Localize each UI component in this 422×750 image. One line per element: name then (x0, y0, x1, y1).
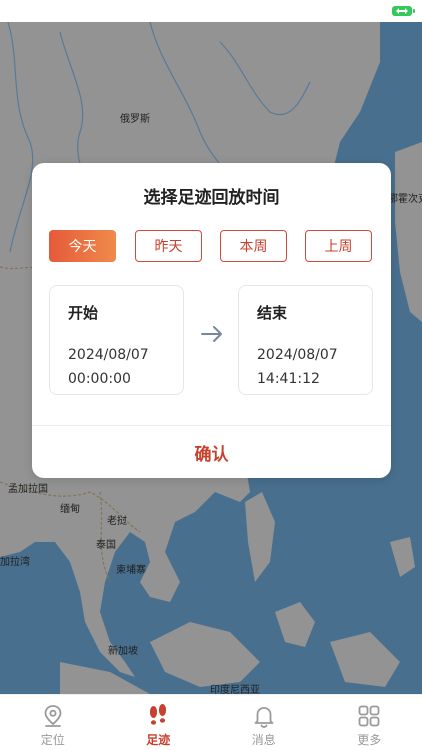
end-time-card[interactable]: 结束 2024/08/07 14:41:12 (238, 285, 373, 395)
end-date: 2024/08/07 (257, 347, 338, 363)
arrow-right-icon (201, 326, 222, 342)
tab-more[interactable]: 更多 (317, 695, 422, 750)
start-time-card[interactable]: 开始 2024/08/07 00:00:00 (49, 285, 184, 395)
footprints-icon (150, 704, 167, 725)
range-last-week-button[interactable]: 上周 (305, 230, 372, 262)
end-time: 14:41:12 (257, 371, 320, 387)
location-pin-icon (44, 705, 62, 727)
tab-messages[interactable]: 消息 (211, 695, 317, 750)
tab-footprints[interactable]: 足迹 (106, 695, 212, 750)
confirm-button[interactable]: 确认 (32, 426, 391, 478)
range-this-week-button[interactable]: 本周 (220, 230, 287, 262)
start-date: 2024/08/07 (68, 347, 149, 363)
end-label: 结束 (257, 304, 288, 322)
bell-icon (254, 707, 274, 728)
tab-label: 更多 (357, 733, 382, 747)
playback-time-dialog: 选择足迹回放时间 今天 昨天 本周 上周 开始 2024/08/07 00:00… (32, 163, 391, 478)
range-today-button[interactable]: 今天 (49, 230, 116, 262)
grid-icon (358, 705, 380, 727)
tab-label: 足迹 (146, 733, 171, 747)
battery-charging-icon (392, 6, 415, 16)
start-label: 开始 (68, 304, 99, 322)
dialog-title: 选择足迹回放时间 (143, 188, 280, 208)
start-time: 00:00:00 (68, 371, 131, 387)
tab-label: 消息 (251, 733, 276, 747)
range-yesterday-button[interactable]: 昨天 (135, 230, 202, 262)
tab-location[interactable]: 定位 (0, 695, 106, 750)
status-bar (0, 0, 422, 22)
tab-label: 定位 (40, 733, 65, 747)
bottom-tab-bar: 定位 足迹 消息 更多 (0, 694, 422, 750)
